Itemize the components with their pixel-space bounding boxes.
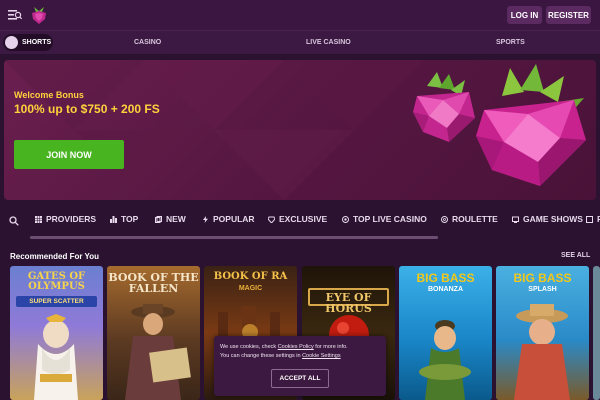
game-subtitle: BONANZA	[428, 286, 463, 293]
category-label: EXCLUSIVE	[279, 214, 328, 224]
category-exclusive[interactable]: EXCLUSIVE	[268, 214, 327, 224]
cookie-text-1a: We use cookies, check	[220, 344, 278, 350]
category-new[interactable]: NEW	[155, 214, 186, 224]
category-roulette[interactable]: ROULETTE	[441, 214, 498, 224]
category-label: TOP	[121, 214, 139, 224]
category-scrollbar[interactable]	[30, 236, 438, 239]
grid-icon	[35, 215, 42, 223]
ranking-icon	[110, 215, 117, 223]
bonus-heading: Welcome Bonus	[14, 90, 84, 100]
category-label: PROVIDERS	[46, 214, 97, 224]
category-providers[interactable]: PROVIDERS	[35, 214, 96, 224]
search-icon[interactable]	[9, 216, 19, 226]
section-title: Recommended For You	[10, 252, 100, 261]
accept-all-button[interactable]: ACCEPT ALL	[271, 369, 329, 388]
cookie-text-2a: You can change these settings in	[220, 353, 303, 359]
login-button[interactable]: LOG IN	[507, 6, 542, 24]
explorer-figure-icon	[125, 304, 191, 400]
tv-icon	[512, 216, 519, 223]
game-title: BOOK OF RA	[213, 271, 288, 282]
register-button[interactable]: REGISTER	[546, 6, 591, 24]
raspberry-logo-icon[interactable]	[30, 5, 48, 25]
game-tile-big-bass-bonanza[interactable]: BIG BASS BONANZA	[399, 266, 492, 400]
game-subtitle: SUPER SCATTER	[16, 296, 97, 307]
scrollbar-thumb[interactable]	[30, 236, 438, 239]
category-more[interactable]: FE	[586, 214, 600, 224]
cookie-banner: We use cookies, check Cookies Policy for…	[214, 336, 386, 396]
diamond-icon	[268, 216, 275, 223]
cookie-message: We use cookies, check Cookies Policy for…	[220, 343, 380, 361]
game-tile-gates-of-olympus[interactable]: GATES OF OLYMPUS SUPER SCATTER	[10, 266, 103, 400]
game-subtitle: MAGIC	[238, 285, 263, 292]
category-popular[interactable]: POPULAR	[202, 214, 255, 224]
category-label: NEW	[166, 214, 186, 224]
live-icon	[342, 215, 349, 223]
zeus-figure-icon	[34, 314, 78, 400]
category-label: ROULETTE	[452, 214, 498, 224]
nav-sports[interactable]: SPORTS	[496, 39, 525, 46]
lightning-icon	[203, 215, 208, 223]
category-top-live-casino[interactable]: TOP LIVE CASINO	[342, 214, 427, 224]
join-now-button[interactable]: JOIN NOW	[14, 140, 124, 169]
cowboy-fisherman-icon	[514, 304, 570, 400]
game-tile-book-of-the-fallen[interactable]: BOOK OF THE FALLEN	[107, 266, 200, 400]
cookies-policy-link[interactable]: Cookies Policy	[278, 344, 314, 350]
shorts-label: SHORTS	[22, 39, 52, 46]
top-bar: LOG IN REGISTER	[0, 0, 600, 30]
welcome-bonus-banner[interactable]: Welcome Bonus 100% up to $750 + 200 FS J…	[4, 60, 596, 200]
category-top[interactable]: TOP	[110, 214, 138, 224]
game-title: GATES OF OLYMPUS	[27, 271, 86, 292]
nav-live-casino[interactable]: LIVE CASINO	[306, 39, 351, 46]
cookie-settings-link[interactable]: Cookie Settings	[302, 353, 341, 359]
game-title: BIG BASS	[513, 271, 572, 285]
menu-icon[interactable]	[8, 9, 22, 21]
category-label: TOP LIVE CASINO	[353, 214, 427, 224]
shorts-toggle[interactable]: SHORTS	[3, 34, 53, 51]
main-nav: SHORTS CASINO LIVE CASINO SPORTS	[0, 30, 600, 54]
cookie-text-1b: for more info.	[313, 344, 348, 350]
game-tile-big-bass-splash[interactable]: BIG BASS SPLASH	[496, 266, 589, 400]
game-title: BIG BASS	[416, 271, 475, 285]
category-label: POPULAR	[213, 214, 255, 224]
category-more-icon	[586, 215, 593, 223]
game-title: BOOK OF THE FALLEN	[108, 271, 199, 295]
shorts-avatar-icon	[5, 36, 18, 49]
fisherman-icon	[419, 320, 471, 400]
raspberry-gem-small-icon	[413, 72, 475, 142]
category-game-shows[interactable]: GAME SHOWS	[512, 214, 583, 224]
raspberry-gem-large-icon	[476, 64, 586, 186]
new-icon	[155, 215, 162, 223]
game-subtitle: SPLASH	[528, 286, 557, 293]
game-tile-partial[interactable]	[593, 266, 600, 400]
nav-casino[interactable]: CASINO	[134, 39, 161, 46]
see-all-link[interactable]: SEE ALL	[561, 252, 590, 259]
bonus-offer: 100% up to $750 + 200 FS	[14, 102, 160, 116]
category-label: GAME SHOWS	[523, 214, 583, 224]
roulette-icon	[441, 215, 448, 223]
